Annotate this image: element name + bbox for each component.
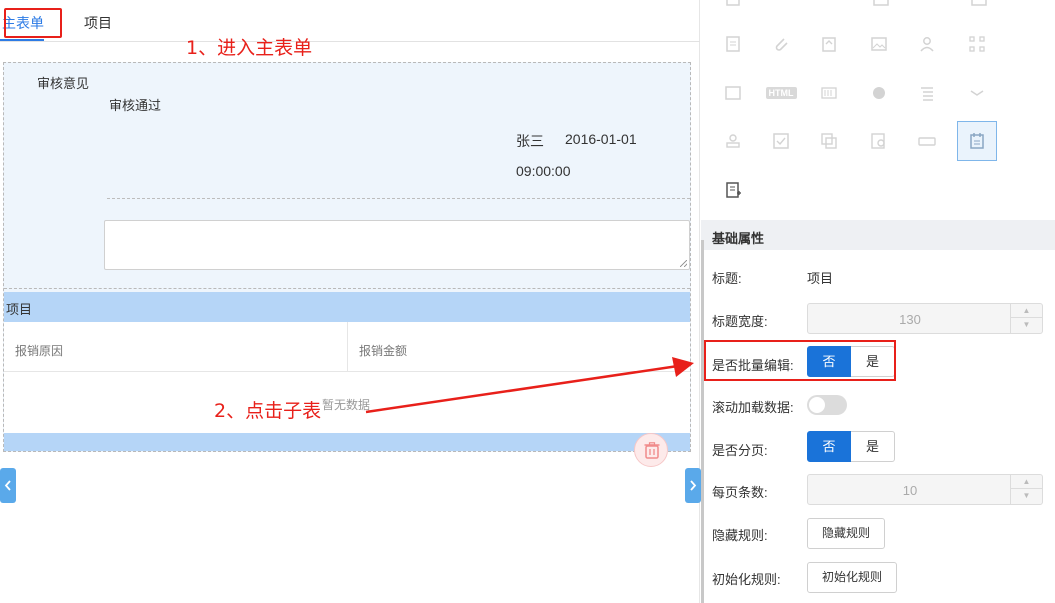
page-size-stepper[interactable]: ▲ ▼: [1010, 475, 1042, 504]
component-icon[interactable]: [861, 0, 901, 18]
tab-item[interactable]: 项目: [84, 13, 112, 33]
annotation-step2: 2、点击子表: [214, 400, 322, 422]
review-textarea[interactable]: [104, 220, 690, 270]
page-size-input[interactable]: 10 ▲ ▼: [807, 474, 1043, 505]
review-value: 审核通过: [109, 98, 162, 113]
input-field-icon[interactable]: [907, 121, 947, 161]
resize-grip-icon[interactable]: [680, 260, 687, 267]
paragraph-icon[interactable]: [907, 73, 947, 113]
org-chart-icon[interactable]: [957, 24, 997, 64]
record-icon[interactable]: [859, 73, 899, 113]
copy-icon[interactable]: [809, 121, 849, 161]
init-rule-button[interactable]: 初始化规则: [807, 562, 898, 593]
title-width-value: 130: [899, 312, 921, 327]
caret-down-icon[interactable]: ▼: [1011, 318, 1042, 332]
page-size-label: 每页条数:: [712, 485, 768, 500]
annotation-box-batch-edit: [704, 340, 896, 381]
annotation-box-main-tab: [4, 8, 62, 38]
html-icon[interactable]: HTML: [761, 73, 801, 113]
review-date: 2016-01-01: [565, 131, 637, 147]
stamp-icon[interactable]: [713, 121, 753, 161]
title-label: 标题:: [712, 271, 742, 286]
collapse-icon[interactable]: [957, 73, 997, 113]
subtable-column-header: 报销金额: [348, 322, 690, 372]
title-width-input[interactable]: 130 ▲ ▼: [807, 303, 1043, 334]
review-divider: [107, 198, 690, 199]
title-width-stepper[interactable]: ▲ ▼: [1010, 304, 1042, 333]
barcode-icon[interactable]: [809, 73, 849, 113]
id-card-icon[interactable]: [713, 73, 753, 113]
image-icon[interactable]: [859, 24, 899, 64]
section-title-text: 基础属性: [712, 231, 765, 246]
scroll-load-switch[interactable]: [807, 395, 847, 415]
subtable-column-header: 报销原因: [4, 322, 348, 372]
column-label-amount: 报销金额: [359, 344, 408, 358]
title-value: 项目: [807, 271, 834, 286]
paging-toggle: 否 是: [807, 431, 895, 462]
paging-yes-option[interactable]: 是: [851, 431, 895, 462]
field-divider: [4, 288, 690, 289]
delete-button[interactable]: [634, 433, 668, 467]
active-tab-indicator: [0, 39, 44, 41]
scroll-load-label: 滚动加载数据:: [712, 400, 794, 415]
add-form-icon[interactable]: [713, 170, 753, 210]
caret-up-icon[interactable]: ▲: [1011, 304, 1042, 318]
chevron-right-icon: [690, 480, 697, 491]
chevron-left-icon: [4, 480, 11, 491]
caret-up-icon[interactable]: ▲: [1011, 475, 1042, 489]
review-user: 张三: [516, 133, 544, 149]
collapse-left-button[interactable]: [0, 468, 16, 503]
column-label-reason: 报销原因: [15, 344, 64, 358]
section-basic-properties: 基础属性: [701, 220, 1055, 250]
trash-icon: [644, 442, 660, 459]
properties-pane: HTML 基础属性 标题: 项目 标题宽度: 130 ▲ ▼ 是否批量编辑: 否…: [701, 0, 1055, 603]
switch-knob: [809, 397, 825, 413]
review-opinion-field[interactable]: 审核意见 审核通过 张三 2016-01-01 09:00:00: [4, 63, 690, 289]
subtable-title: 项目: [6, 302, 33, 317]
init-rule-label: 初始化规则:: [712, 572, 781, 587]
title-width-label: 标题宽度:: [712, 314, 768, 329]
subtable-header[interactable]: 项目: [4, 292, 690, 322]
subtable-footer: [4, 433, 690, 451]
search-form-icon[interactable]: [859, 121, 899, 161]
paging-label: 是否分页:: [712, 443, 768, 458]
form-designer: 主表单 项目 审核意见 审核通过 张三 2016-01-01 09:00:00 …: [0, 0, 1055, 603]
component-toolbox: HTML: [701, 0, 1055, 218]
attachment-icon[interactable]: [761, 24, 801, 64]
page-size-value: 10: [902, 483, 918, 498]
subtable-icon[interactable]: [957, 121, 997, 161]
checkbox-list-icon[interactable]: [761, 121, 801, 161]
form-canvas: 审核意见 审核通过 张三 2016-01-01 09:00:00 项目 报销原因: [3, 62, 691, 452]
component-icon[interactable]: [713, 0, 753, 18]
form-canvas-pane: 主表单 项目 审核意见 审核通过 张三 2016-01-01 09:00:00 …: [0, 0, 701, 603]
paging-no-option[interactable]: 否: [807, 431, 851, 462]
review-time: 09:00:00: [516, 163, 571, 179]
annotation-step1: 1、进入主表单: [186, 37, 313, 59]
empty-text: 暂无数据: [322, 398, 371, 412]
upload-file-icon[interactable]: [809, 24, 849, 64]
hide-rule-button[interactable]: 隐藏规则: [807, 518, 886, 549]
component-icon[interactable]: [959, 0, 999, 18]
document-icon[interactable]: [713, 24, 753, 64]
collapse-right-button[interactable]: [685, 468, 701, 503]
review-label: 审核意见: [37, 76, 90, 91]
caret-down-icon[interactable]: ▼: [1011, 489, 1042, 503]
subtable-body[interactable]: 报销原因 报销金额 暂无数据: [4, 322, 690, 433]
form-tabs: 主表单 项目: [0, 0, 700, 42]
scrollbar[interactable]: [701, 240, 704, 603]
user-icon[interactable]: [907, 24, 947, 64]
hide-rule-label: 隐藏规则:: [712, 528, 768, 543]
